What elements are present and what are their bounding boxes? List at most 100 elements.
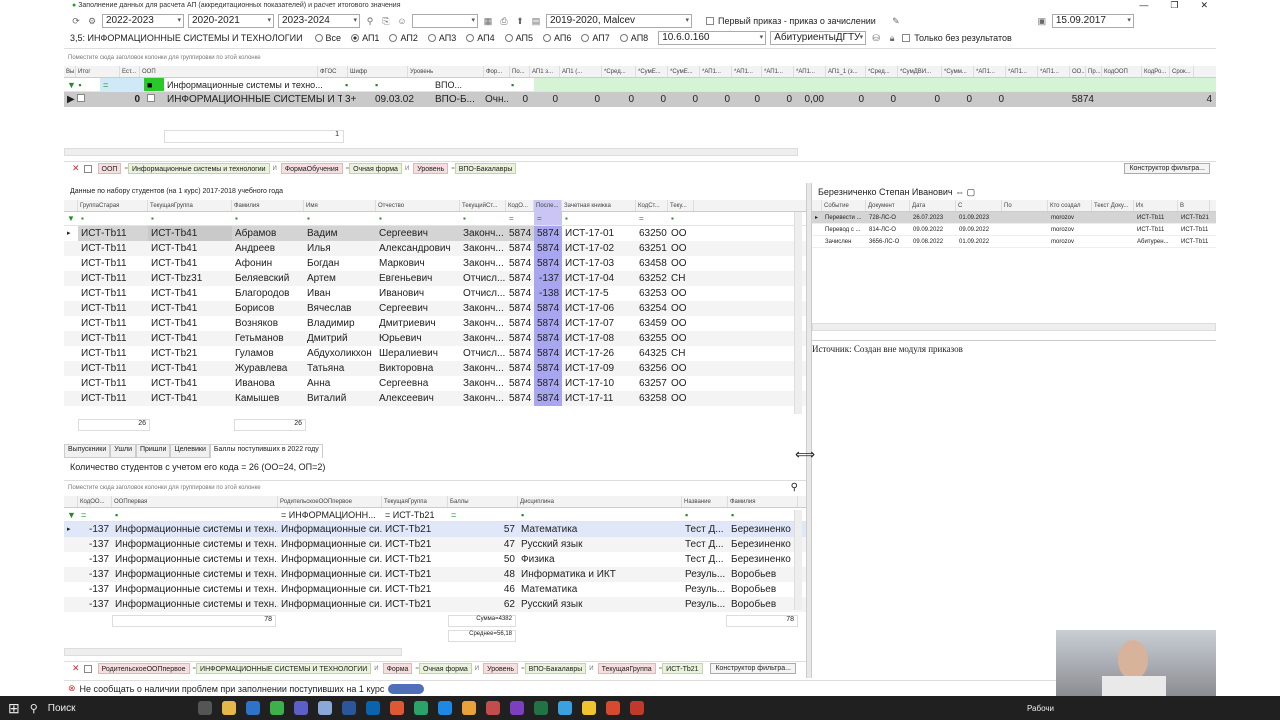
column-header[interactable]: *АП1... [732, 66, 762, 77]
column-header[interactable]: *АП1... [700, 66, 732, 77]
radio-ap1[interactable]: АП1 [351, 33, 379, 43]
column-header[interactable]: ТекущаяГруппа [148, 200, 232, 211]
filter-enabled-checkbox[interactable] [83, 664, 92, 673]
column-header[interactable]: КодРо... [1142, 66, 1170, 77]
students-vscroll[interactable] [794, 212, 802, 414]
table-row[interactable]: ИСТ-Тb11 ИСТ-Тb21 Гуламов Абдухоликхон Шерал… [64, 346, 806, 361]
column-header[interactable]: КодСт... [636, 200, 668, 211]
word-icon[interactable] [341, 701, 356, 715]
column-header[interactable]: Фор... [484, 66, 510, 77]
column-header[interactable]: Их [1134, 200, 1178, 211]
filter-chip[interactable]: Уровень [483, 663, 519, 674]
column-header[interactable]: *Сумм... [942, 66, 974, 77]
column-header[interactable]: Отчество [376, 200, 460, 211]
column-header[interactable]: КодООП [1102, 66, 1142, 77]
clipboard-icon[interactable]: ▢ [967, 187, 976, 197]
settings-icon[interactable]: ⚙ [86, 15, 98, 27]
filter-icon[interactable]: ⚲ [364, 15, 376, 27]
scores-hscroll[interactable] [64, 648, 402, 656]
filter-chip[interactable]: ТекущаяГруппа [597, 663, 656, 674]
column-header[interactable]: Уровень [408, 66, 484, 77]
table-row[interactable]: ИСТ-Тb11 ИСТ-Тbz31 Беляевский Артем Евгеньев… [64, 271, 806, 286]
column-header[interactable]: В [1178, 200, 1210, 211]
table-row[interactable]: ▸ ИСТ-Тb11 ИСТ-Тb41 Абрамов Вадим Сергеевич За… [64, 226, 806, 241]
top-hscroll[interactable] [64, 148, 798, 156]
filter-chip[interactable]: ИСТ-Тb21 [662, 663, 703, 674]
column-header[interactable]: ГруппаСтарая [78, 200, 148, 211]
column-header[interactable]: *Сред... [866, 66, 898, 77]
column-header[interactable]: Имя [304, 200, 376, 211]
lock-icon[interactable]: 🔒︎ [886, 32, 898, 44]
table-row[interactable]: ИСТ-Тb11 ИСТ-Тb41 Иванова Анна Сергеевна Зако… [64, 376, 806, 391]
excel-icon[interactable] [533, 701, 548, 715]
maximize-icon[interactable]: ❐ [1170, 0, 1178, 11]
filter-enabled-checkbox[interactable] [83, 164, 92, 173]
column-header[interactable]: АП1 (... [560, 66, 602, 77]
red-app-icon[interactable] [629, 701, 644, 715]
filter-chip[interactable]: РодительскоеООПпервое [97, 663, 190, 674]
column-header[interactable]: По [1002, 200, 1048, 211]
pdf-icon[interactable] [485, 701, 500, 715]
column-header[interactable]: ТекущийСт... [460, 200, 506, 211]
column-header[interactable]: *АП1... [794, 66, 826, 77]
column-header[interactable]: Фамилия [232, 200, 304, 211]
column-header[interactable]: *СумДВИ... [898, 66, 942, 77]
folder-icon[interactable] [461, 701, 476, 715]
no-results-checkbox[interactable] [902, 34, 911, 42]
table-row[interactable]: ИСТ-Тb11 ИСТ-Тb41 Андреев Илья Александрович… [64, 241, 806, 256]
year-select-3[interactable]: 2023-2024 [278, 14, 360, 28]
table-icon[interactable]: ▤ [530, 15, 542, 27]
chrome-icon[interactable] [389, 701, 404, 715]
filter-chip[interactable]: Очная форма [418, 663, 472, 674]
year-select-1[interactable]: 2022-2023 [102, 14, 184, 28]
column-header[interactable]: *АП1... [762, 66, 794, 77]
table-row[interactable]: ИСТ-Тb11 ИСТ-Тb41 Гетьманов Дмитрий Юрьевич З… [64, 331, 806, 346]
vs-icon[interactable] [509, 701, 524, 715]
event-row[interactable]: Зачислен 3656-ЛС-О 09.08.2022 01.09.2022 mor… [812, 236, 1216, 248]
first-order-checkbox[interactable] [706, 17, 714, 25]
search-icon[interactable]: ⚲ [791, 482, 798, 493]
radio-ap7[interactable]: АП7 [581, 33, 610, 43]
year-select-2[interactable]: 2020-2021 [188, 14, 274, 28]
table-row[interactable]: -137 Информационные системы и техн... Инфо… [64, 567, 806, 582]
filter-chip[interactable]: ВПО-Бакалавры [524, 663, 587, 674]
close-icon[interactable]: ✕ [1200, 0, 1208, 11]
taskbar-search[interactable]: Поиск [48, 703, 188, 714]
outlook-icon[interactable] [365, 701, 380, 715]
column-header[interactable]: *АП1... [1006, 66, 1038, 77]
column-header[interactable]: КодОО... [78, 496, 112, 507]
db-icon[interactable]: ⛁ [870, 32, 882, 44]
export-icon[interactable]: ⬆ [514, 15, 526, 27]
column-header[interactable]: С [956, 200, 1002, 211]
table-row[interactable]: -137 Информационные системы и техн... Инфо… [64, 597, 806, 612]
empty-select[interactable] [412, 14, 478, 28]
column-header[interactable]: *СумЕ... [668, 66, 700, 77]
filter-chip[interactable]: ФормаОбучения [280, 163, 343, 174]
column-header[interactable]: Название [682, 496, 728, 507]
column-header[interactable]: Текст Доку... [1092, 200, 1134, 211]
filter-chip[interactable]: Очная форма [349, 163, 402, 174]
column-header[interactable]: *АП1... [1038, 66, 1070, 77]
calc-icon[interactable]: ▦ [482, 15, 494, 27]
app-icon[interactable] [269, 701, 284, 715]
database-field[interactable]: АбитуриентыДГТУ [770, 31, 867, 45]
column-header[interactable]: Событие [822, 200, 866, 211]
event-row[interactable]: ▸ Перевести ... 728-ЛС-О 26.07.2023 01.09.20… [812, 212, 1216, 224]
radio-ap8[interactable]: АП8 [619, 33, 648, 43]
radio-ap6[interactable]: АП6 [543, 33, 571, 43]
mail-icon[interactable] [245, 701, 260, 715]
students-filter[interactable]: ▼ ▪ ▪ ▪ ▪ ▪ ▪ = = ▪ = ▪ [64, 212, 806, 226]
copy-icon[interactable]: ⎘ [380, 15, 392, 27]
filter-constructor-button[interactable]: Конструктор фильтра... [710, 663, 796, 674]
column-header[interactable]: *Сред... [602, 66, 636, 77]
windows-start-icon[interactable]: ⊞ [8, 700, 20, 717]
filter-chip[interactable]: ООП [97, 163, 122, 174]
tab-4[interactable]: Баллы поступивших в 2022 году [209, 444, 323, 458]
version-field[interactable]: 10.6.0.160 [658, 31, 767, 45]
filter-chip[interactable]: ВПО-Бакалавры [454, 163, 517, 174]
radio-ap5[interactable]: АП5 [504, 33, 533, 43]
column-header[interactable]: *АП1... [974, 66, 1006, 77]
table-row[interactable]: ИСТ-Тb11 ИСТ-Тb41 Возняков Владимир Дмитриев… [64, 316, 806, 331]
filter-chip[interactable]: Уровень [413, 163, 449, 174]
event-row[interactable]: Перевод с ... 814-ЛС-О 09.09.2022 09.09.202… [812, 224, 1216, 236]
